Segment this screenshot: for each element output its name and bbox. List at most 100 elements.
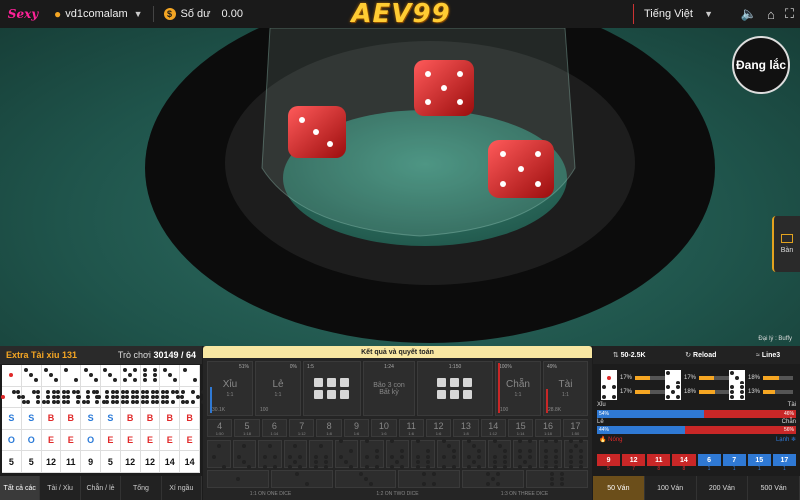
history-range-tab[interactable]: 200 Ván [696,476,749,500]
die-face-icon [154,389,169,404]
pair-bet[interactable] [283,440,308,469]
roadmap-tab[interactable]: Chẵn / lẻ [81,476,122,500]
sum-bet-10[interactable]: 10 1:6 [371,419,397,437]
roadmap-dice [174,389,205,404]
sum-bet-7[interactable]: 7 1:12 [289,419,315,437]
bet-any-triple[interactable]: 1:24 Bão 3 con Bất kỳ [363,361,415,416]
bet-tai[interactable]: 49% Tài 1:1 28.8K [543,361,588,416]
history-item: 95 [597,454,621,472]
home-icon[interactable]: ⌂ [767,7,775,22]
pair-bet[interactable] [564,439,588,469]
history-range-tab[interactable]: 100 Ván [644,476,697,500]
single-die-bet-4[interactable] [398,470,461,488]
roadmap-cell: E [41,429,62,452]
user-menu[interactable]: ● vd1comalam ▼ [54,7,143,21]
roadmap-tab[interactable]: Tổng [121,476,162,500]
sum-bet-13[interactable]: 13 1:8 [453,419,479,437]
pair-bet[interactable] [360,439,384,469]
die-face-icon [364,439,379,453]
pair-bet[interactable] [232,440,257,469]
pair-bet[interactable] [309,440,333,469]
bet-xiu[interactable]: 51% Xỉu 1:1 30.1K [207,361,253,416]
pair-bet[interactable] [538,439,563,469]
sum-bet-9[interactable]: 9 1:6 [343,419,370,437]
sum-bet-17[interactable]: 17 1:50 [562,419,589,437]
bet-limit-value: 50-2.5K [620,352,646,359]
sum-bet-11[interactable]: 11 1:6 [398,419,424,437]
sum-ratio: 1:8 [326,430,332,436]
roadmap-cell: B [120,408,141,430]
fullscreen-icon[interactable]: ⛶ [785,6,794,22]
die-icon [463,378,472,387]
sum-bet-15[interactable]: 15 1:14 [507,419,534,437]
pair-bet[interactable] [334,439,359,469]
roadmap-cell: 12 [140,451,161,473]
die-face-icon [142,368,157,383]
pair-bet[interactable] [207,440,231,469]
language-select[interactable]: Tiếng Việt ▼ [633,4,721,24]
history-item: 12 7 [622,454,646,472]
pair-bet[interactable] [513,439,537,469]
sum-bet-6[interactable]: 6 1:14 [261,419,288,437]
sum-bet-12[interactable]: 12 1:6 [425,419,452,437]
die-face-icon [518,455,533,469]
die-face-icon [601,384,617,400]
roadmap-cell [21,365,42,387]
sum-bet-14[interactable]: 14 1:12 [480,419,506,437]
history-count: 8 [682,466,686,472]
roadmap-cell: 9 [81,451,101,473]
die-face-icon [0,390,10,404]
roadmap-tab[interactable]: Tất cả các [0,476,41,500]
sum-bet-16[interactable]: 16 1:18 [535,419,561,437]
line-select[interactable]: ≈ Line3 [756,352,780,359]
round-label: Trò chơi [117,350,151,360]
le-chan-bar: 44% 56% [597,426,796,434]
single-die-bet-2[interactable] [270,470,333,488]
single-die-bet-5[interactable] [462,470,525,488]
die-face-icon [390,439,405,453]
sound-icon[interactable]: 🔈 [741,6,757,22]
game-name: Extra Tài xỉu 131 [6,350,78,360]
bet-le[interactable]: 0% Lẻ 1:1 100 [255,361,301,416]
pair-bet[interactable] [258,440,282,469]
pair-bets [207,439,588,469]
pair-bet[interactable] [385,439,410,469]
bet-double-left[interactable]: 1:5 [303,361,361,416]
sum-bet-8[interactable]: 8 1:8 [316,419,342,437]
language-label: Tiếng Việt [644,8,693,20]
die-face-icon [63,368,78,383]
history-range-tab[interactable]: 50 Ván [593,476,645,500]
reload-label: Reload [693,352,717,359]
sum-value: 16 [542,420,553,431]
roadmap-cell: 5 [100,451,121,473]
sum-bet-5[interactable]: 5 1:18 [234,419,260,437]
reload-button[interactable]: ↻ Reload [685,351,716,359]
table-switch-tab[interactable]: Bàn [772,216,800,272]
single-die-bet-6[interactable] [526,470,588,488]
pair-bet[interactable] [487,439,512,469]
sum-ratio: 1:14 [270,430,279,436]
bet-double-right[interactable]: 1:150 [417,361,493,416]
pair-bet[interactable] [436,439,461,469]
sum-ratio: 1:50 [215,430,224,436]
roadmap-tab[interactable]: Xí ngầu [162,476,203,500]
line-label: Line3 [761,351,781,359]
roadmap-cell: O [21,429,42,452]
single-die-bet-1[interactable] [207,470,269,488]
roadmap-dice [103,368,118,383]
history-range-tab[interactable]: 500 Ván [748,476,800,500]
die-face-icon [665,384,681,400]
die-face-icon [262,455,277,469]
bet-chan[interactable]: 100% Chẵn 1:1 100 [495,361,541,416]
pair-bet[interactable] [411,439,435,469]
sum-ratio: 1:12 [297,430,306,436]
bet-limit[interactable]: ⇅ 50-2.5K [613,351,646,359]
die-face-icon [134,389,149,404]
sum-bet-4[interactable]: 4 1:50 [207,419,233,437]
roadmap-tab[interactable]: Tài / Xỉu [40,476,81,500]
single-die-bet-3[interactable] [334,470,397,488]
chevron-down-icon: ▼ [704,9,713,19]
pair-bet[interactable] [462,439,486,469]
die-face-icon [95,389,110,404]
sum-value: 4 [217,420,223,431]
